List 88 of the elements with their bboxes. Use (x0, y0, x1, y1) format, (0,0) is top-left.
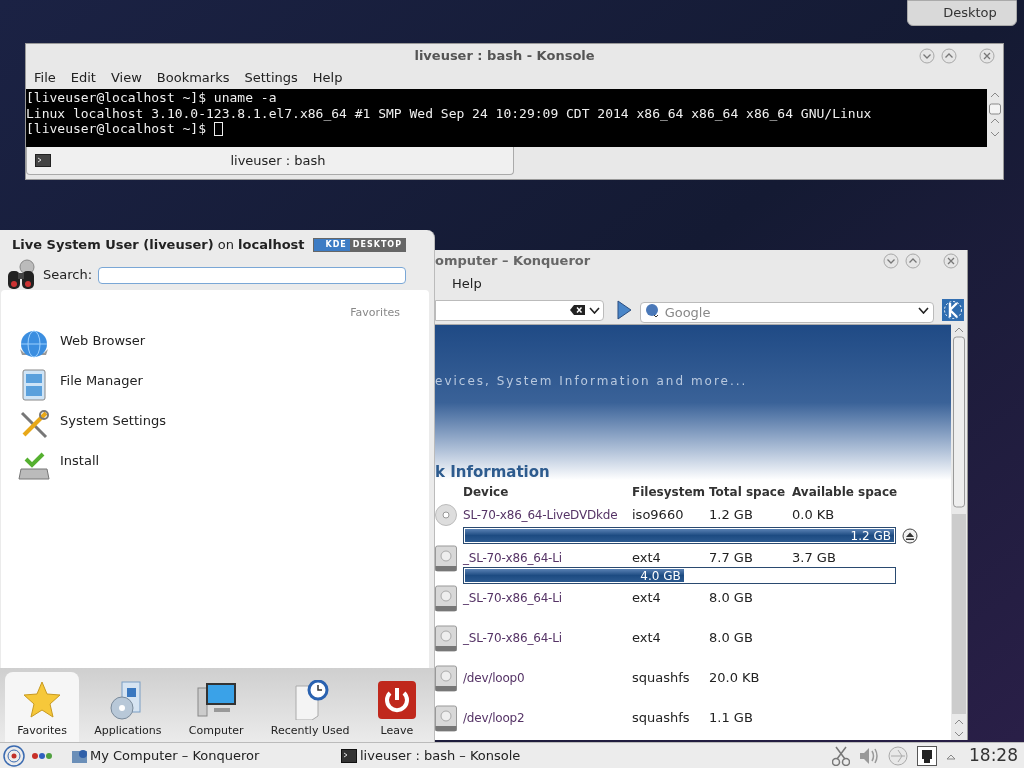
favorite-item[interactable]: Web Browser (1, 324, 429, 365)
device-name[interactable]: /dev/loop0 (463, 669, 632, 687)
menu-item[interactable]: Help (312, 68, 343, 88)
table-cell-text: 8.0 GB (709, 589, 754, 608)
usage-label: 1.2 GB (850, 529, 891, 542)
table-cell-text: ext4 (632, 549, 662, 568)
terminal-line: [liveuser@localhost ~]$ uname -a (26, 90, 277, 106)
table-cell-text: 8.0 GB (709, 629, 754, 648)
table-cell-text: 7.7 GB (709, 549, 754, 568)
power-icon (376, 679, 417, 720)
user-title: Live System User (liveuser) on localhost (12, 236, 306, 255)
task-button[interactable]: liveuser : bash – Konsole (339, 744, 601, 767)
clock[interactable]: 18:28 (969, 742, 1018, 768)
device-name[interactable]: _SL-70-x86_64-Li (463, 629, 632, 647)
table-cell-text: ext4 (632, 589, 662, 608)
desktop-button[interactable]: Desktop (907, 0, 1017, 26)
menu-item[interactable]: Bookmarks (156, 68, 230, 88)
launcher-tab[interactable]: Computer (176, 672, 256, 742)
terminal-line: Linux localhost 3.10.0-123.8.1.el7.x86_64 #1 SMP Wed Sep 24 10:29:09 CDT 2014 x86_64 x86_64 x86_64 GNU/Linux (26, 105, 872, 121)
table-cell-text: 20.0 KB (709, 669, 761, 688)
badge-text: DESKTOP (349, 239, 405, 251)
window-title: omputer – Konqueror (435, 252, 591, 271)
table-cell-text: squashfs (632, 709, 691, 728)
terminal-line: [liveuser@localhost ~]$ (26, 121, 207, 137)
text-cursor (213, 121, 223, 136)
device-name[interactable]: _SL-70-x86_64-Li (463, 549, 632, 567)
window-title: liveuser : bash - Konsole (413, 46, 595, 65)
dropdown-caret-icon[interactable] (588, 306, 600, 314)
table-cell-text: squashfs (632, 669, 691, 688)
terminal-icon (341, 747, 357, 764)
column-header[interactable]: Filesystem (632, 483, 709, 501)
launcher-tab[interactable]: Applications (82, 672, 174, 742)
terminal-icon (35, 154, 51, 167)
eject-icon[interactable] (902, 527, 918, 544)
section-label: Favorites (350, 305, 400, 321)
table-cell-text: 0.0 KB (792, 506, 836, 525)
plug-icon[interactable] (917, 745, 937, 766)
start-menu-icon[interactable] (3, 744, 25, 767)
badge-text: KDE (313, 239, 350, 251)
minimize-button[interactable] (919, 47, 935, 64)
column-header[interactable]: Device (463, 483, 632, 501)
menu-item[interactable]: Settings (244, 68, 298, 88)
kde-logo-icon[interactable] (942, 299, 964, 321)
launcher-tab[interactable]: Favorites (5, 672, 80, 742)
close-button[interactable] (979, 47, 995, 64)
location-field[interactable] (435, 299, 604, 321)
scissors-icon[interactable] (832, 745, 850, 766)
clear-icon[interactable] (569, 304, 585, 316)
globe-icon (644, 302, 659, 318)
usage-label: 4.0 GB (640, 569, 681, 582)
column-header[interactable]: Total space (709, 483, 792, 501)
section-heading: k Information (435, 462, 551, 483)
binoculars-icon (5, 259, 37, 291)
favorite-item[interactable]: File Manager (1, 364, 429, 405)
menu-item[interactable]: Help (452, 274, 482, 294)
terminal-tab[interactable]: liveuser : bash (26, 147, 514, 175)
menu-item[interactable]: View (110, 68, 142, 88)
go-arrow-icon[interactable] (615, 300, 632, 320)
column-header[interactable]: Available space (792, 483, 951, 501)
menu-item[interactable]: File (34, 68, 56, 88)
activities-icon[interactable] (31, 751, 53, 760)
maximize-button[interactable] (905, 253, 921, 269)
favorite-item[interactable]: Install (1, 444, 429, 485)
launcher-tab[interactable]: Leave (364, 672, 429, 742)
table-cell-text: 1.1 GB (709, 709, 754, 728)
task-button[interactable]: My Computer – Konqueror (69, 744, 331, 767)
table-cell-text: 1.2 GB (709, 506, 754, 525)
search-label: Search: (43, 266, 93, 285)
device-name[interactable]: /dev/loop2 (463, 709, 632, 727)
dropdown-caret-icon[interactable] (918, 306, 930, 314)
menu-item[interactable]: Edit (70, 68, 96, 88)
maximize-button[interactable] (941, 47, 957, 64)
tools-icon (18, 408, 50, 441)
table-cell-text: ext4 (632, 629, 662, 648)
device-name[interactable]: _SL-70-x86_64-Li (463, 589, 632, 607)
device-name[interactable]: SL-70-x86_64-LiveDVDkde (463, 506, 632, 524)
star-icon (22, 679, 63, 720)
launcher-tab[interactable]: Recently Used (258, 672, 362, 742)
table-cell-text: iso9660 (632, 506, 685, 525)
banner-subtitle: evices, System Information and more... (435, 373, 749, 390)
globe-icon (18, 328, 50, 361)
computer-icon (71, 747, 87, 764)
minimize-button[interactable] (883, 253, 899, 269)
close-button[interactable] (943, 253, 959, 269)
favorite-item[interactable]: System Settings (1, 404, 429, 445)
table-cell-text: 3.7 GB (792, 549, 837, 568)
search-field[interactable]: Google (639, 301, 935, 323)
search-field[interactable] (98, 266, 406, 284)
